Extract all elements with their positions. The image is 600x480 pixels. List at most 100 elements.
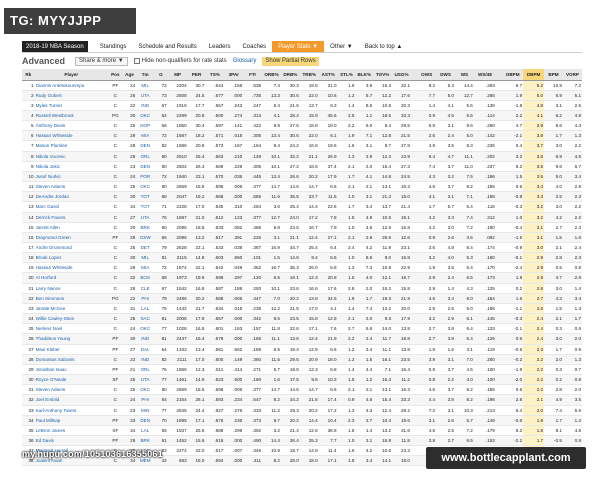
- player-link[interactable]: Derrick Favors: [34, 212, 108, 223]
- player-link[interactable]: Larry Nance: [34, 283, 108, 294]
- player-link[interactable]: Al Horford: [34, 272, 108, 284]
- player-link[interactable]: Ben Simmons: [34, 293, 108, 304]
- column-header-obpm[interactable]: OBPM: [502, 69, 524, 81]
- team-link[interactable]: UTA: [136, 90, 155, 101]
- player-link[interactable]: JaVale McGee: [34, 303, 108, 315]
- player-link[interactable]: Nikola Jokic: [34, 161, 108, 172]
- team-link[interactable]: SAC: [136, 313, 155, 325]
- team-link[interactable]: CLE: [136, 283, 155, 294]
- team-link[interactable]: UTA: [136, 212, 155, 223]
- column-header-dws[interactable]: DWS: [436, 69, 455, 81]
- player-link[interactable]: Rudy Gobert: [34, 90, 108, 101]
- column-header-mp[interactable]: MP: [167, 69, 188, 81]
- column-header-usg-pct[interactable]: USG%: [392, 69, 411, 81]
- nav-item-schedule-and-results[interactable]: Schedule and Results: [132, 41, 202, 52]
- player-link[interactable]: Willie Cauley-Stein: [34, 313, 108, 325]
- team-link[interactable]: OKC: [136, 323, 155, 335]
- player-link[interactable]: Giannis Antetokounmpo: [34, 80, 108, 91]
- player-link[interactable]: DeAndre Jordan: [34, 191, 108, 203]
- team-link[interactable]: MIL: [136, 252, 155, 264]
- share-menu-button[interactable]: Share & more ▼: [75, 56, 128, 66]
- team-link[interactable]: BOS: [136, 272, 155, 284]
- nav-item-standings[interactable]: Standings: [94, 41, 133, 52]
- team-link[interactable]: IND: [136, 333, 155, 345]
- player-link[interactable]: Domantas Sabonis: [34, 354, 108, 365]
- team-link[interactable]: PHI: [136, 293, 155, 304]
- team-link[interactable]: DET: [136, 242, 155, 254]
- player-link[interactable]: Brook Lopez: [34, 252, 108, 264]
- team-link[interactable]: MIN: [136, 405, 155, 416]
- column-header-dbpm[interactable]: DBPM: [523, 69, 545, 81]
- column-header-per[interactable]: PER: [187, 69, 206, 81]
- team-link[interactable]: TOT: [136, 201, 155, 213]
- team-link[interactable]: IND: [136, 354, 155, 365]
- nav-item-back-to-top[interactable]: Back to top ▲: [359, 41, 409, 52]
- column-header-ts-pct[interactable]: TS%: [205, 69, 225, 81]
- team-link[interactable]: LAL: [136, 303, 155, 315]
- show-partial-rows-button[interactable]: Show Partial Rows: [262, 56, 319, 66]
- team-link[interactable]: BRK: [136, 435, 155, 447]
- team-link[interactable]: ORL: [136, 364, 155, 376]
- team-link[interactable]: OKC: [136, 110, 155, 122]
- hide-nonqualifiers-toggle[interactable]: Hide non-qualifiers for rate stats: [133, 58, 227, 64]
- player-link[interactable]: Mason Plumlee: [34, 140, 108, 152]
- column-header-ows[interactable]: OWS: [417, 69, 437, 81]
- column-header-age[interactable]: Age: [122, 69, 137, 81]
- team-link[interactable]: OKC: [136, 384, 155, 396]
- player-link[interactable]: Nikola Vucevic: [34, 151, 108, 162]
- player-link[interactable]: Steven Adams: [34, 384, 108, 396]
- column-header-bpm[interactable]: BPM: [544, 69, 563, 81]
- team-link[interactable]: GSW: [136, 232, 155, 244]
- team-link[interactable]: DEN: [136, 161, 155, 172]
- team-link[interactable]: DEN: [136, 415, 155, 426]
- team-link[interactable]: TOT: [136, 191, 155, 203]
- glossary-link[interactable]: Glossary: [233, 58, 257, 64]
- team-link[interactable]: MIA: [136, 262, 155, 274]
- player-link[interactable]: LeBron James: [34, 425, 108, 436]
- column-header-tm[interactable]: Tm: [136, 69, 155, 81]
- player-link[interactable]: Paul Millsap: [34, 415, 108, 426]
- team-link[interactable]: BRK: [136, 222, 155, 233]
- player-link[interactable]: Joel Embiid: [34, 394, 108, 406]
- team-link[interactable]: MIA: [136, 130, 155, 142]
- column-header-player[interactable]: Player: [34, 69, 108, 81]
- player-link[interactable]: Karl-Anthony Towns: [34, 405, 108, 416]
- column-header-ast-pct[interactable]: AST%: [318, 69, 338, 81]
- column-header-rk[interactable]: Rk: [22, 69, 35, 81]
- team-link[interactable]: PHI: [136, 394, 155, 406]
- player-link[interactable]: Nerlens Noel: [34, 323, 108, 335]
- team-link[interactable]: MIL: [136, 80, 155, 91]
- column-header-orb-pct[interactable]: ORB%: [262, 69, 281, 81]
- nav-item-coaches[interactable]: Coaches: [236, 41, 272, 52]
- player-link[interactable]: Anthony Davis: [34, 120, 108, 132]
- column-header-stl-pct[interactable]: STL%: [337, 69, 356, 81]
- player-link[interactable]: Marc Gasol: [34, 201, 108, 213]
- column-header-g[interactable]: G: [154, 69, 168, 81]
- team-link[interactable]: OKC: [136, 181, 155, 193]
- player-link[interactable]: Jusuf Nurkic: [34, 171, 108, 183]
- player-link[interactable]: Andre Drummond: [34, 242, 108, 254]
- player-link[interactable]: Russell Westbrook: [34, 110, 108, 122]
- column-header-ftr[interactable]: FTr: [243, 69, 263, 81]
- column-header-drb-pct[interactable]: DRB%: [280, 69, 300, 81]
- column-header-ws-per-48[interactable]: WS/48: [473, 69, 496, 81]
- player-link[interactable]: Ed Davis: [34, 435, 108, 447]
- team-link[interactable]: NOP: [136, 120, 155, 132]
- player-link[interactable]: Hassan Whiteside: [34, 130, 108, 142]
- season-label[interactable]: 2018-19 NBA Season: [22, 41, 88, 52]
- hide-nonqualifiers-checkbox[interactable]: [133, 58, 140, 64]
- column-header-tov-pct[interactable]: TOV%: [373, 69, 393, 81]
- nav-item-player-stats[interactable]: Player Stats ▼: [272, 41, 325, 52]
- nav-item-other[interactable]: Other ▼: [324, 41, 359, 52]
- player-link[interactable]: Steven Adams: [34, 181, 108, 193]
- column-header-trb-pct[interactable]: TRB%: [299, 69, 319, 81]
- player-link[interactable]: Draymond Green: [34, 232, 108, 244]
- player-link[interactable]: Hassan Whiteside: [34, 262, 108, 274]
- player-link[interactable]: Jarrett Allen: [34, 222, 108, 233]
- column-header-ws[interactable]: WS: [454, 69, 474, 81]
- column-header-blk-pct[interactable]: BLK%: [355, 69, 374, 81]
- player-link[interactable]: Myles Turner: [34, 100, 108, 111]
- player-link[interactable]: Royce O'Neale: [34, 374, 108, 386]
- team-link[interactable]: POR: [136, 171, 155, 183]
- player-link[interactable]: Jonathan Isaac: [34, 364, 108, 376]
